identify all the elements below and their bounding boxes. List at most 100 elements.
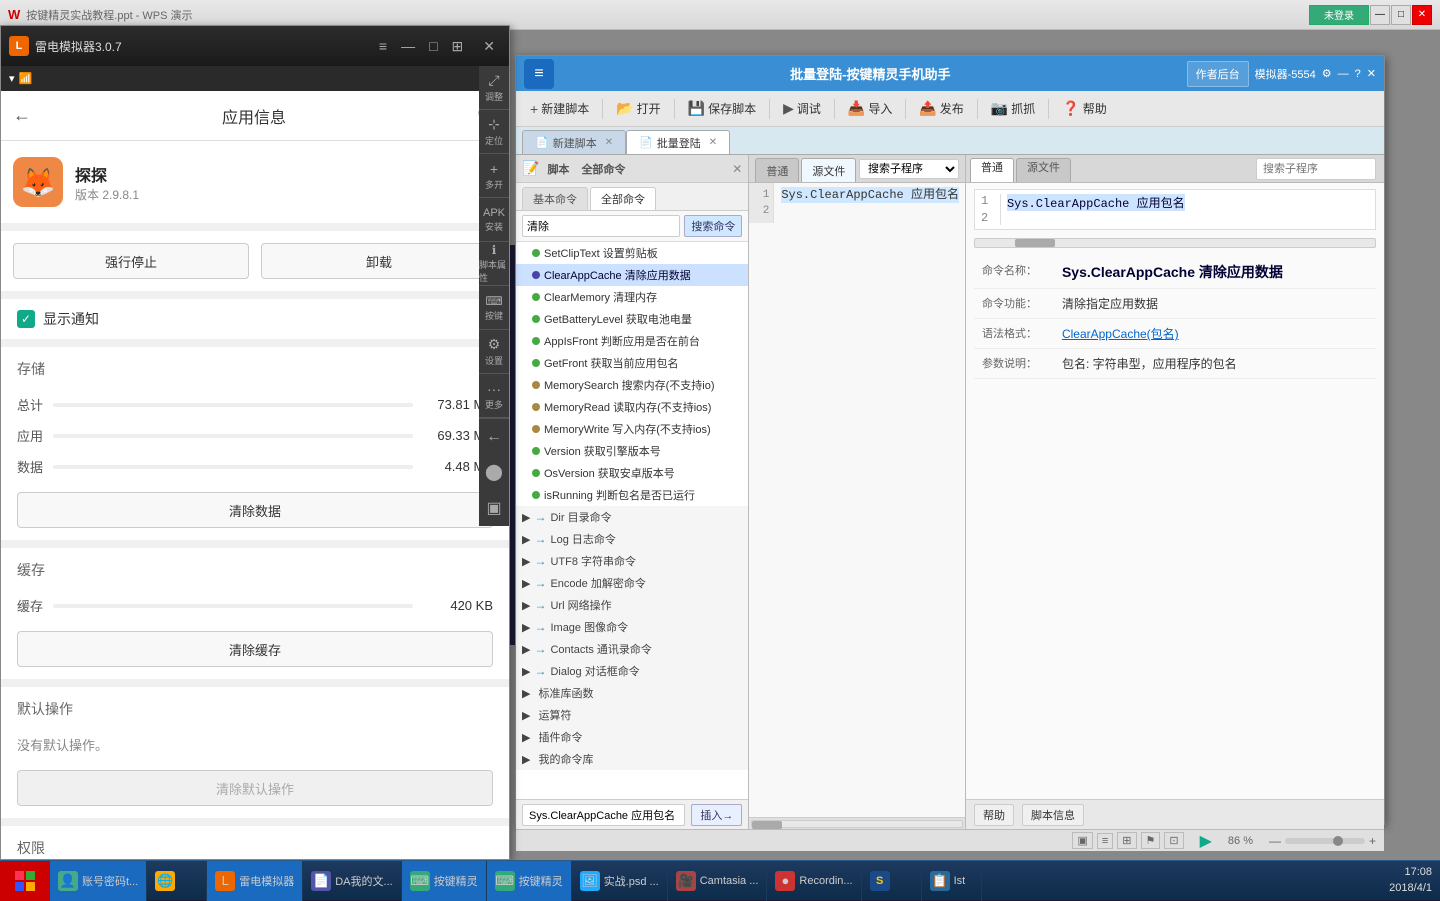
all-cmd-tab[interactable]: 全部命令: [590, 187, 656, 210]
author-btn[interactable]: 作者后台: [1187, 61, 1249, 87]
cmd-appIsfront[interactable]: AppIsFront 判断应用是否在前台: [516, 330, 748, 352]
cmd-memoryread[interactable]: MemoryRead 读取内存(不支持ios): [516, 396, 748, 418]
cmd-clearappcache[interactable]: ClearAppCache 清除应用数据: [516, 264, 748, 286]
settings-icon[interactable]: ⚙: [1322, 67, 1332, 80]
subroutine-dropdown[interactable]: 搜索子程序: [859, 159, 959, 179]
taskbar-account[interactable]: 👤 账号密码t...: [50, 861, 147, 901]
panel-close-btn[interactable]: ✕: [732, 162, 742, 176]
publish-btn[interactable]: 📤 发布: [911, 95, 971, 123]
taskbar-anjian1[interactable]: ⌨ 按键精灵: [402, 861, 487, 901]
dialog-group-header[interactable]: ▶ → Dialog 对话框命令: [516, 660, 748, 682]
grid-view-btn[interactable]: ⊞: [1117, 832, 1136, 849]
ld-close-btn[interactable]: ✕: [477, 36, 501, 57]
wps-close-btn[interactable]: ✕: [1412, 5, 1432, 25]
zoom-plus-btn[interactable]: +: [1369, 834, 1376, 848]
my-cmd-group-header[interactable]: ▶ 我的命令库: [516, 748, 748, 770]
clear-cache-btn[interactable]: 清除缓存: [17, 631, 493, 667]
right-scrollbar[interactable]: [974, 238, 1376, 248]
scroll-thumb[interactable]: [752, 821, 782, 829]
apk-btn[interactable]: APK 安装: [479, 198, 509, 242]
insert-btn[interactable]: 插入→: [691, 804, 742, 826]
taskbar-ps[interactable]: 🖼 实战.psd ...: [572, 861, 668, 901]
cmd-clearmemory[interactable]: ClearMemory 清理内存: [516, 286, 748, 308]
play-btn[interactable]: ▶: [1200, 831, 1212, 851]
search-cmd-btn[interactable]: 搜索命令: [684, 215, 742, 237]
wps-maximize-btn[interactable]: □: [1391, 5, 1411, 25]
wps-minimize-btn[interactable]: —: [1370, 5, 1390, 25]
keyboard-btn[interactable]: ⌨ 按键: [479, 286, 509, 330]
tab-batch-login[interactable]: 📄 批量登陆 ✕: [626, 130, 730, 154]
import-btn[interactable]: 📥 导入: [840, 95, 900, 123]
outline-view-btn[interactable]: ≡: [1097, 833, 1113, 849]
resize-btn[interactable]: ⤢ 调整: [479, 66, 509, 110]
cmd-memorywrite[interactable]: MemoryWrite 写入内存(不支持ios): [516, 418, 748, 440]
normal-right-tab[interactable]: 普通: [970, 158, 1014, 182]
plugin-group-header[interactable]: ▶ 插件命令: [516, 726, 748, 748]
clear-data-btn[interactable]: 清除数据: [17, 492, 493, 528]
cmd-osversion[interactable]: OsVersion 获取安卓版本号: [516, 462, 748, 484]
position-btn[interactable]: ⊹ 定位: [479, 110, 509, 154]
taskbar-recording[interactable]: ● Recordin...: [767, 861, 861, 901]
cmd-getbattery[interactable]: GetBatteryLevel 获取电池电量: [516, 308, 748, 330]
cmd-version[interactable]: Version 获取引擎版本号: [516, 440, 748, 462]
help-btn[interactable]: ❓ 帮助: [1054, 95, 1114, 123]
taskbar-s[interactable]: S: [862, 861, 922, 901]
source-right-tab[interactable]: 源文件: [1016, 158, 1071, 182]
image-group-header[interactable]: ▶ → Image 图像命令: [516, 616, 748, 638]
zoom-thumb[interactable]: [1333, 836, 1343, 846]
dir-group-header[interactable]: ▶ → Dir 目录命令: [516, 506, 748, 528]
ld-menu-btn[interactable]: ≡: [375, 36, 391, 57]
taskbar-da[interactable]: 📄 DA我的文...: [303, 861, 401, 901]
wps-login-btn[interactable]: 未登录: [1309, 5, 1369, 25]
max-icon[interactable]: ?: [1355, 68, 1361, 80]
encode-group-header[interactable]: ▶ → Encode 加解密命令: [516, 572, 748, 594]
basic-cmd-tab[interactable]: 基本命令: [522, 187, 588, 210]
taskbar-leitian[interactable]: L 雷电模拟器: [207, 861, 303, 901]
ld-restore-btn[interactable]: □: [425, 36, 441, 57]
expand-btn[interactable]: + 多开: [479, 154, 509, 198]
taskbar-anjian2[interactable]: ⌨ 按键精灵: [487, 861, 572, 901]
syntax-link[interactable]: ClearAppCache(包名): [1062, 327, 1179, 341]
sw-editor-area[interactable]: 1 2 Sys.ClearAppCache 应用包名: [749, 183, 965, 817]
close-icon[interactable]: ✕: [1367, 67, 1376, 80]
cmd-isrunning[interactable]: isRunning 判断包名是否已运行: [516, 484, 748, 506]
fullscreen-btn[interactable]: ⊡: [1164, 832, 1183, 849]
right-scroll-thumb[interactable]: [1015, 239, 1055, 247]
taskbar-ist[interactable]: 📋 Ist: [922, 861, 982, 901]
run-group-header[interactable]: ▶ 运算符: [516, 704, 748, 726]
utf8-group-header[interactable]: ▶ → UTF8 字符串命令: [516, 550, 748, 572]
taskbar-browser[interactable]: 🌐: [147, 861, 207, 901]
tab-batch-close-icon[interactable]: ✕: [709, 137, 717, 148]
taskbar-camtasia[interactable]: 🎥 Camtasia ...: [668, 861, 768, 901]
debug-btn[interactable]: ▶ 调试: [775, 95, 829, 123]
tab-new-script[interactable]: 📄 新建脚本 ✕: [522, 130, 626, 154]
uninstall-btn[interactable]: 卸载: [261, 243, 497, 279]
cmd-memorysearch[interactable]: MemorySearch 搜索内存(不支持io): [516, 374, 748, 396]
zoom-minus-btn[interactable]: —: [1269, 834, 1281, 848]
zoom-slider[interactable]: [1285, 838, 1365, 844]
ld-size-btn[interactable]: ⊞: [448, 36, 468, 57]
right-search-input[interactable]: [1256, 158, 1376, 180]
tab-close-icon[interactable]: ✕: [605, 137, 613, 148]
capture-btn[interactable]: 📷 抓抓: [983, 95, 1043, 123]
back-nav-btn[interactable]: ←: [479, 418, 509, 454]
back-button[interactable]: ←: [13, 105, 31, 126]
square-nav-btn[interactable]: ▣: [479, 490, 509, 526]
cmd-input-field[interactable]: [522, 804, 685, 826]
url-group-header[interactable]: ▶ → Url 网络操作: [516, 594, 748, 616]
script-attr-btn[interactable]: ℹ 脚本属性: [479, 242, 509, 286]
normal-view-btn[interactable]: ▣: [1072, 832, 1092, 849]
source-tab[interactable]: 源文件: [801, 158, 856, 182]
help-footer-btn[interactable]: 帮助: [974, 804, 1014, 826]
start-button[interactable]: [0, 861, 50, 901]
list-view-btn[interactable]: ⚑: [1141, 832, 1161, 849]
script-info-btn[interactable]: 脚本信息: [1022, 804, 1084, 826]
notification-checkbox[interactable]: ✓: [17, 310, 35, 328]
settings-btn[interactable]: ⚙ 设置: [479, 330, 509, 374]
ld-minimize-btn[interactable]: —: [397, 36, 419, 57]
log-group-header[interactable]: ▶ → Log 日志命令: [516, 528, 748, 550]
new-script-btn[interactable]: + 新建脚本: [522, 95, 597, 123]
contacts-group-header[interactable]: ▶ → Contacts 通讯录命令: [516, 638, 748, 660]
search-input[interactable]: [522, 215, 680, 237]
horizontal-scrollbar[interactable]: [749, 817, 965, 829]
